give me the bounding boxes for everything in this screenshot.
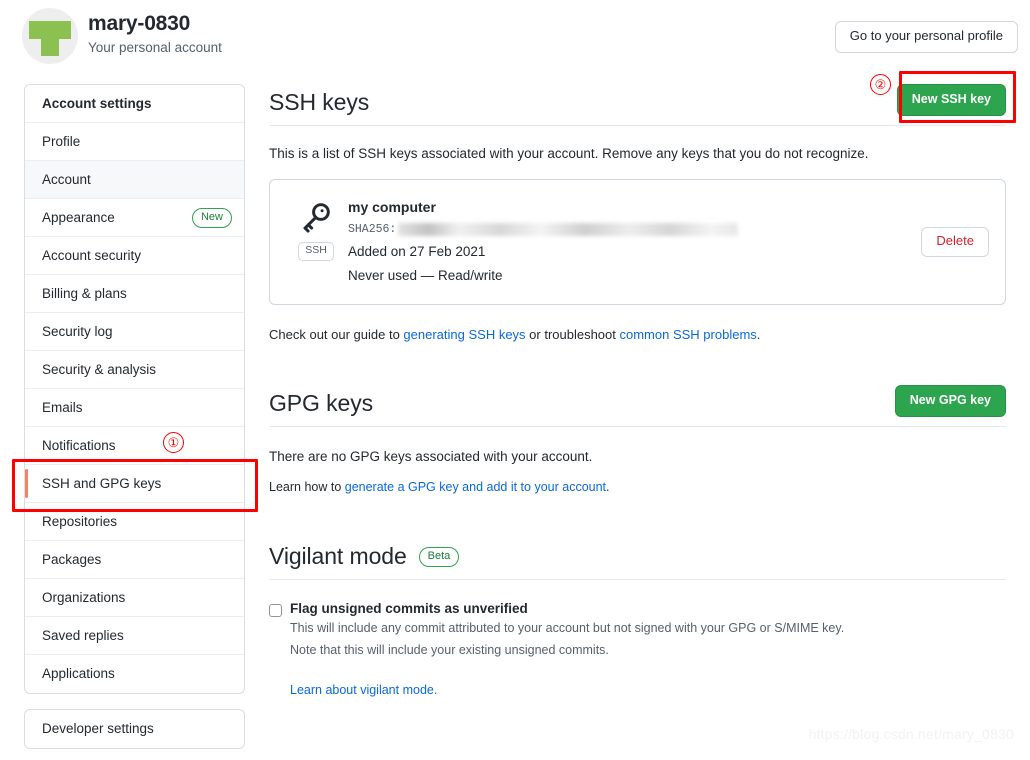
gpg-keys-title: GPG keys [269,390,374,417]
sidebar-item-packages[interactable]: Packages [25,541,244,579]
main-content: SSH keys New SSH key This is a list of S… [269,84,1006,697]
sidebar-item-label: Account settings [42,95,152,111]
flag-unsigned-commits-label: Flag unsigned commits as unverified [290,601,528,617]
vigilant-mode-title: Vigilant mode [269,543,407,570]
ssh-key-fingerprint-label: SHA256: [348,222,397,236]
sidebar-item-label: Repositories [42,513,118,529]
gpg-empty-text: There are no GPG keys associated with yo… [269,449,593,465]
sidebar-item-notifications[interactable]: Notifications [25,427,244,465]
watermark: https://blog.csdn.net/mary_0830 [808,726,1014,742]
sidebar-item-label: Organizations [42,589,126,605]
sidebar-heading: Account settings [25,85,244,123]
sidebar-item-label: Account security [42,247,142,263]
sidebar-item-appearance[interactable]: Appearance New [25,199,244,237]
account-subtitle: Your personal account [88,40,222,55]
ssh-key-details: my computer SHA256: Added on 27 Feb 2021… [344,198,921,286]
sidebar-item-repositories[interactable]: Repositories [25,503,244,541]
ssh-keys-header: SSH keys New SSH key [269,84,1006,126]
settings-sidebar: Account settings Profile Account Appearance… [24,84,245,694]
sidebar-item-label: Emails [42,399,83,415]
ssh-help-middle: or troubleshoot [525,327,620,343]
ssh-key-icon-column: SSH [288,198,344,261]
ssh-type-tag: SSH [298,242,334,261]
gpg-learn-text: Learn how to generate a GPG key and add … [269,480,1006,494]
page-root: mary-0830 Your personal account Go to yo… [0,0,1030,760]
account-name: mary-0830 [88,12,191,35]
avatar-shape-stem [41,39,59,56]
avatar-image [22,8,78,64]
go-to-personal-profile-button[interactable]: Go to your personal profile [834,21,1018,53]
sidebar-item-label: Security & analysis [42,361,157,377]
common-ssh-problems-link[interactable]: common SSH problems [620,327,757,342]
sidebar-item-applications[interactable]: Applications [25,655,244,693]
sidebar-item-organizations[interactable]: Organizations [25,579,244,617]
ssh-keys-title: SSH keys [269,89,370,115]
delete-ssh-key-button[interactable]: Delete [921,227,989,257]
sidebar-item-label: Billing & plans [42,285,127,301]
sidebar-item-billing-plans[interactable]: Billing & plans [25,275,244,313]
sidebar-item-ssh-and-gpg-keys[interactable]: SSH and GPG keys [25,465,244,503]
sidebar-item-label: Notifications [42,437,116,453]
sidebar-item-label: SSH and GPG keys [42,475,162,491]
avatar-shape-top [29,21,71,39]
sidebar-item-label: Appearance [42,209,115,225]
ssh-key-fingerprint: SHA256: [348,222,921,237]
new-badge: New [191,207,232,228]
gpg-learn-prefix: Learn how to [269,480,345,495]
vigilant-text-block: Flag unsigned commits as unverified This… [282,601,844,697]
sidebar-item-label: Security log [42,323,113,339]
beta-badge: Beta [418,546,460,567]
ssh-help-suffix: . [756,327,761,343]
avatar[interactable] [22,8,78,64]
ssh-key-fingerprint-redacted [398,222,739,236]
ssh-help-prefix: Check out our guide to [269,327,404,343]
learn-about-vigilant-mode-link[interactable]: Learn about vigilant mode. [290,683,437,697]
new-gpg-key-button[interactable]: New GPG key [894,385,1006,418]
vigilant-mode-header: Vigilant mode Beta [269,543,1006,581]
new-ssh-key-button[interactable]: New SSH key [896,84,1006,116]
vigilant-checkbox-row: Flag unsigned commits as unverified This… [269,601,1006,697]
sidebar-item-security-log[interactable]: Security log [25,313,244,351]
sidebar-item-label: Applications [42,666,115,681]
sidebar-item-label: Packages [42,551,102,567]
sidebar-item-saved-replies[interactable]: Saved replies [25,617,244,655]
sidebar-item-account[interactable]: Account [25,161,244,199]
sidebar-item-label: Profile [42,133,81,149]
sidebar-item-emails[interactable]: Emails [25,389,244,427]
gpg-learn-suffix: . [606,480,610,495]
ssh-key-row: SSH my computer SHA256: Added on 27 Feb … [269,179,1006,306]
sidebar-item-account-security[interactable]: Account security [25,237,244,275]
page-header: mary-0830 Your personal account Go to yo… [0,0,1030,74]
generating-ssh-keys-link[interactable]: generating SSH keys [403,327,525,342]
developer-settings-panel: Developer settings [24,709,245,749]
flag-unsigned-commits-checkbox[interactable] [269,604,282,618]
sidebar-item-label: Saved replies [42,627,124,643]
ssh-keys-description: This is a list of SSH keys associated wi… [269,146,869,161]
sidebar-item-developer-settings[interactable]: Developer settings [25,710,244,748]
sidebar-item-label: Account [42,171,91,187]
vigilant-note-line-2: Note that this will include your existin… [290,643,609,658]
vigilant-title-group: Vigilant mode Beta [269,543,460,570]
generate-gpg-key-link[interactable]: generate a GPG key and add it to your ac… [345,480,606,494]
ssh-key-usage: Never used — Read/write [348,268,503,284]
gpg-keys-header: GPG keys New GPG key [269,385,1006,428]
sidebar-item-profile[interactable]: Profile [25,123,244,161]
ssh-key-title: my computer [348,199,436,215]
vigilant-note-line-1: This will include any commit attributed … [290,621,845,636]
sidebar-item-label: Developer settings [42,721,154,736]
ssh-help-text: Check out our guide to generating SSH ke… [269,327,1006,342]
key-icon [299,203,333,238]
sidebar-item-security-analysis[interactable]: Security & analysis [25,351,244,389]
ssh-key-added-date: Added on 27 Feb 2021 [348,243,486,259]
